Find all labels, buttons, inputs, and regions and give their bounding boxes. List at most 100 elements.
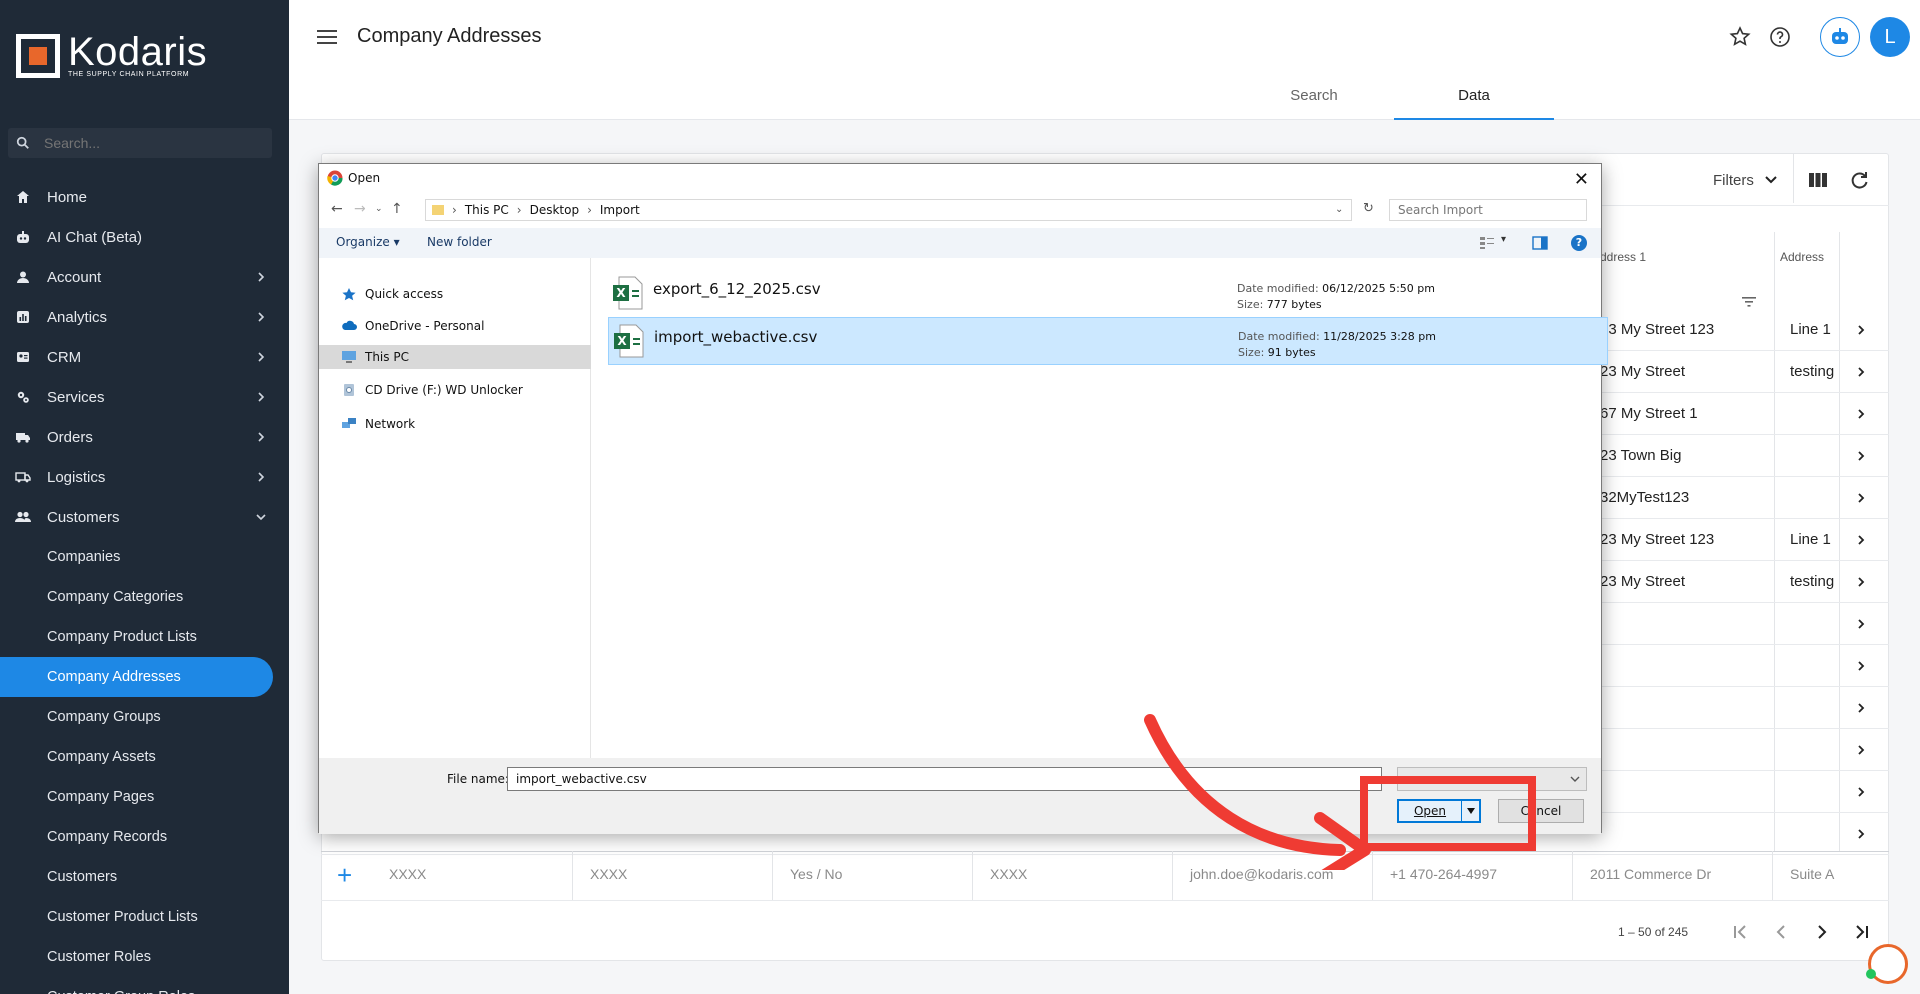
new-folder-button[interactable]: New folder xyxy=(427,235,492,249)
refresh-icon[interactable] xyxy=(1848,169,1870,191)
tab-data[interactable]: Data xyxy=(1394,80,1554,120)
breadcrumb-desktop[interactable]: Desktop xyxy=(530,203,580,217)
placeholder-address-2[interactable]: Suite A xyxy=(1790,866,1834,882)
search-import-input[interactable]: Search Import xyxy=(1389,199,1587,221)
sidebar-subitem-company-assets[interactable]: Company Assets xyxy=(0,737,289,777)
view-options-icon[interactable] xyxy=(1479,236,1495,250)
sidebar-item-orders[interactable]: Orders xyxy=(0,417,289,457)
sidebar-subitem-customer-roles[interactable]: Customer Roles xyxy=(0,937,289,977)
address-dropdown-icon[interactable]: ⌄ xyxy=(1335,204,1343,215)
sidebar-item-crm[interactable]: CRM xyxy=(0,337,289,377)
dialog-nav-label: Network xyxy=(365,417,416,431)
chevron-right-icon[interactable] xyxy=(1855,659,1867,671)
sidebar-item-logistics[interactable]: Logistics xyxy=(0,457,289,497)
dialog-nav-this-pc[interactable]: This PC xyxy=(319,345,591,369)
sidebar-subitem-customer-group-roles[interactable]: Customer Group Roles xyxy=(0,977,289,994)
chevron-right-icon[interactable] xyxy=(1855,827,1867,839)
user-avatar[interactable]: L xyxy=(1870,17,1910,57)
sidebar-item-account[interactable]: Account xyxy=(0,257,289,297)
dialog-nav-onedrive-personal[interactable]: OneDrive - Personal xyxy=(319,314,591,338)
menu-icon[interactable] xyxy=(317,29,337,45)
logo[interactable]: Kodaris THE SUPPLY CHAIN PLATFORM xyxy=(16,32,207,78)
first-page-icon[interactable] xyxy=(1730,922,1750,942)
sidebar-item-label: Orders xyxy=(47,428,93,446)
sidebar-subitem-company-groups[interactable]: Company Groups xyxy=(0,697,289,737)
column-divider xyxy=(1839,232,1840,852)
preview-pane-icon[interactable] xyxy=(1532,236,1548,250)
breadcrumb-import[interactable]: Import xyxy=(600,203,640,217)
chevron-right-icon[interactable] xyxy=(1855,617,1867,629)
chevron-right-icon[interactable] xyxy=(1855,449,1867,461)
chevron-right-icon[interactable] xyxy=(1855,533,1867,545)
sidebar-item-analytics[interactable]: Analytics xyxy=(0,297,289,337)
chevron-right-icon[interactable] xyxy=(1855,785,1867,797)
recent-dropdown-icon[interactable]: ⌄ xyxy=(375,204,383,214)
sidebar-subitem-company-addresses[interactable]: Company Addresses xyxy=(0,657,273,697)
help-icon[interactable]: ? xyxy=(1571,235,1587,251)
chevron-right-icon[interactable] xyxy=(1855,743,1867,755)
column-header-address-1[interactable]: ddress 1 xyxy=(1600,250,1646,264)
dialog-nav-network[interactable]: Network xyxy=(319,412,591,436)
chevron-right-icon[interactable] xyxy=(1855,365,1867,377)
file-item[interactable]: Ximport_webactive.csv Date modified: 11/2… xyxy=(608,317,1608,365)
placeholder-active[interactable]: Yes / No xyxy=(790,866,842,882)
sidebar-subitem-customers[interactable]: Customers xyxy=(0,857,289,897)
close-icon[interactable]: ✕ xyxy=(1574,169,1589,190)
chevron-right-icon[interactable] xyxy=(1855,575,1867,587)
prev-page-icon[interactable] xyxy=(1771,922,1791,942)
chevron-right-icon[interactable] xyxy=(1855,407,1867,419)
placeholder-code[interactable]: XXXX xyxy=(389,866,426,882)
ai-assistant-button[interactable] xyxy=(1820,17,1860,57)
placeholder-type[interactable]: XXXX xyxy=(990,866,1027,882)
refresh-icon[interactable]: ↻ xyxy=(1363,201,1374,216)
sidebar-item-home[interactable]: Home xyxy=(0,177,289,217)
column-header-address-2[interactable]: Address xyxy=(1780,250,1824,264)
star-icon[interactable] xyxy=(1728,25,1752,49)
open-file-dialog: Open ✕ ← → ⌄ ↑ › This PC › Desktop › Imp… xyxy=(318,163,1608,834)
filters-button[interactable]: Filters xyxy=(1713,168,1778,192)
organize-button[interactable]: Organize ▾ xyxy=(336,235,400,249)
chevron-right-icon[interactable] xyxy=(1855,701,1867,713)
sidebar-subitem-companies[interactable]: Companies xyxy=(0,537,289,577)
add-row-button[interactable]: + xyxy=(337,860,352,891)
sidebar-subitem-customer-product-lists[interactable]: Customer Product Lists xyxy=(0,897,289,937)
sidebar-subitem-company-records[interactable]: Company Records xyxy=(0,817,289,857)
dialog-nav-cd-drive-f-wd-unlocker[interactable]: CD Drive (F:) WD Unlocker xyxy=(319,378,591,402)
sidebar: Kodaris THE SUPPLY CHAIN PLATFORM Home AI… xyxy=(0,0,289,994)
forward-arrow-icon[interactable]: → xyxy=(354,201,366,217)
logo-tagline: THE SUPPLY CHAIN PLATFORM xyxy=(68,71,190,78)
up-arrow-icon[interactable]: ↑ xyxy=(391,201,403,217)
help-icon[interactable] xyxy=(1768,25,1792,49)
robot-icon xyxy=(1832,28,1848,44)
chevron-right-icon[interactable] xyxy=(1855,491,1867,503)
column-divider xyxy=(1572,851,1573,901)
sidebar-item-customers[interactable]: Customers xyxy=(0,497,289,537)
last-page-icon[interactable] xyxy=(1852,922,1872,942)
sidebar-nav: Home AI Chat (Beta) Account Analytics CRM Ser… xyxy=(0,177,289,994)
sidebar-subitem-company-product-lists[interactable]: Company Product Lists xyxy=(0,617,289,657)
placeholder-phone[interactable]: +1 470-264-4997 xyxy=(1390,866,1497,882)
chevron-right-icon[interactable] xyxy=(1855,323,1867,335)
view-dropdown-icon[interactable]: ▾ xyxy=(1501,234,1506,245)
filter-icon[interactable] xyxy=(1742,296,1756,308)
file-item[interactable]: Xexport_6_12_2025.csv Date modified: 06/1… xyxy=(608,270,1608,318)
file-name-label: File name: xyxy=(447,772,509,786)
dialog-nav-quick-access[interactable]: Quick access xyxy=(319,282,591,306)
sidebar-item-services[interactable]: Services xyxy=(0,377,289,417)
sidebar-search[interactable] xyxy=(8,128,272,158)
placeholder-address-1[interactable]: 2011 Commerce Dr xyxy=(1590,866,1711,882)
breadcrumb-this-pc[interactable]: This PC xyxy=(465,203,509,217)
sidebar-item-ai-chat-beta[interactable]: AI Chat (Beta) xyxy=(0,217,289,257)
back-arrow-icon[interactable]: ← xyxy=(331,201,343,217)
sidebar-subitem-company-pages[interactable]: Company Pages xyxy=(0,777,289,817)
placeholder-name[interactable]: XXXX xyxy=(590,866,627,882)
tab-search[interactable]: Search xyxy=(1234,80,1394,120)
sidebar-subitem-company-categories[interactable]: Company Categories xyxy=(0,577,289,617)
online-status-dot xyxy=(1866,969,1876,979)
folder-icon xyxy=(432,205,444,215)
cell-address-2: testing xyxy=(1790,573,1835,590)
next-page-icon[interactable] xyxy=(1812,922,1832,942)
address-bar[interactable]: › This PC › Desktop › Import xyxy=(425,199,1352,221)
columns-icon[interactable] xyxy=(1807,169,1829,191)
sidebar-search-input[interactable] xyxy=(44,135,244,151)
